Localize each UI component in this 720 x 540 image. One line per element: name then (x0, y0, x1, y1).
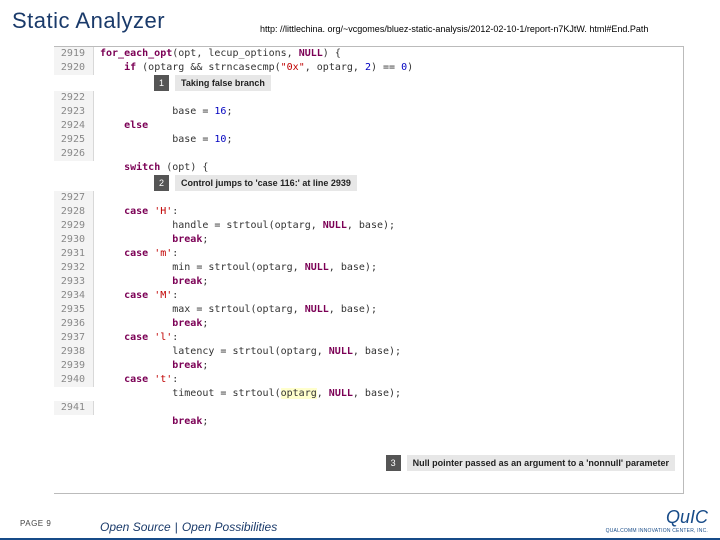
code-line: 2930 break; (54, 233, 683, 247)
code-line: 2922 (54, 91, 683, 105)
line-number: 2938 (54, 345, 94, 359)
code-line: 2932 min = strtoul(optarg, NULL, base); (54, 261, 683, 275)
line-number: 2920 (54, 61, 94, 75)
code-text: break; (94, 415, 208, 429)
code-text: case 'H': (94, 205, 178, 219)
code-text: break; (94, 359, 208, 373)
annotation-number: 2 (154, 175, 169, 191)
code-text: case 'M': (94, 289, 178, 303)
code-text: case 'l': (94, 331, 178, 345)
code-line: 2923 base = 16; (54, 105, 683, 119)
line-number: 2934 (54, 289, 94, 303)
line-number: 2929 (54, 219, 94, 233)
footer-tagline: Open Source|Open Possibilities (100, 520, 277, 534)
annotation-number: 1 (154, 75, 169, 91)
line-number: 2928 (54, 205, 94, 219)
line-number: 2927 (54, 191, 94, 205)
code-line: 2927 (54, 191, 683, 205)
line-number: 2924 (54, 119, 94, 133)
code-text: min = strtoul(optarg, NULL, base); (94, 261, 377, 275)
line-number: 2937 (54, 331, 94, 345)
code-line: 2920 if (optarg && strncasecmp("0x", opt… (54, 61, 683, 75)
annotation-text: Control jumps to 'case 116:' at line 293… (175, 175, 357, 191)
code-line: 2936 break; (54, 317, 683, 331)
line-number: 2923 (54, 105, 94, 119)
code-text: base = 16; (94, 105, 232, 119)
code-text: latency = strtoul(optarg, NULL, base); (94, 345, 401, 359)
code-line: 2931 case 'm': (54, 247, 683, 261)
code-text: if (optarg && strncasecmp("0x", optarg, … (94, 61, 413, 75)
code-line: 2935 max = strtoul(optarg, NULL, base); (54, 303, 683, 317)
code-text: break; (94, 317, 208, 331)
code-line: 2940 case 't': (54, 373, 683, 387)
tagline-left: Open Source (100, 520, 171, 534)
code-viewer: 2919for_each_opt(opt, lecup_options, NUL… (54, 46, 684, 494)
line-number: 2931 (54, 247, 94, 261)
logo-subtext: QUALCOMM INNOVATION CENTER, INC. (606, 528, 708, 534)
code-text: case 't': (94, 373, 178, 387)
code-text: max = strtoul(optarg, NULL, base); (94, 303, 377, 317)
brand-logo: QuIC QUALCOMM INNOVATION CENTER, INC. (606, 507, 708, 534)
code-line: 2938 latency = strtoul(optarg, NULL, bas… (54, 345, 683, 359)
code-line: 2933 break; (54, 275, 683, 289)
page-number: PAGE 9 (20, 519, 51, 528)
code-text: for_each_opt(opt, lecup_options, NULL) { (94, 47, 341, 61)
logo-text: QuIC (606, 507, 708, 528)
code-line: 2928 case 'H': (54, 205, 683, 219)
line-number: 2919 (54, 47, 94, 61)
code-line: 2937 case 'l': (54, 331, 683, 345)
code-line: 2929 handle = strtoul(optarg, NULL, base… (54, 219, 683, 233)
code-text: timeout = strtoul(optarg, NULL, base); (94, 387, 401, 401)
line-number: 2940 (54, 373, 94, 387)
code-text: base = 10; (94, 133, 232, 147)
line-number: 2939 (54, 359, 94, 373)
tagline-sep: | (171, 520, 182, 534)
analysis-annotation: 3 Null pointer passed as an argument to a… (386, 455, 675, 471)
annotation-number: 3 (386, 455, 401, 471)
line-number: 2941 (54, 401, 94, 415)
tagline-right: Open Possibilities (182, 520, 277, 534)
code-text: break; (94, 275, 208, 289)
code-line: 2941 (54, 401, 683, 415)
analysis-annotation: 1 Taking false branch (54, 75, 683, 91)
code-line: 2924 else (54, 119, 683, 133)
line-number: 2932 (54, 261, 94, 275)
code-text: else (94, 119, 148, 133)
line-number: 2933 (54, 275, 94, 289)
annotation-text: Taking false branch (175, 75, 271, 91)
code-line: 2934 case 'M': (54, 289, 683, 303)
code-text: handle = strtoul(optarg, NULL, base); (94, 219, 395, 233)
page-title: Static Analyzer (12, 8, 165, 34)
source-url: http: //littlechina. org/~vcgomes/bluez-… (260, 24, 648, 34)
line-number: 2930 (54, 233, 94, 247)
code-text: case 'm': (94, 247, 178, 261)
code-line: 2925 base = 10; (54, 133, 683, 147)
line-number: 2926 (54, 147, 94, 161)
line-number: 2922 (54, 91, 94, 105)
code-line: 2919for_each_opt(opt, lecup_options, NUL… (54, 47, 683, 61)
code-line: 2939 break; (54, 359, 683, 373)
line-number: 2935 (54, 303, 94, 317)
line-number: 2936 (54, 317, 94, 331)
code-text: break; (94, 233, 208, 247)
analysis-annotation: 2 Control jumps to 'case 116:' at line 29… (54, 175, 683, 191)
code-line: 2926 (54, 147, 683, 161)
code-text: switch (opt) { (94, 161, 208, 175)
line-number: 2925 (54, 133, 94, 147)
annotation-text: Null pointer passed as an argument to a … (407, 455, 675, 471)
code-line: switch (opt) { (54, 161, 683, 175)
code-line: break; (54, 415, 683, 429)
code-line: timeout = strtoul(optarg, NULL, base); (54, 387, 683, 401)
